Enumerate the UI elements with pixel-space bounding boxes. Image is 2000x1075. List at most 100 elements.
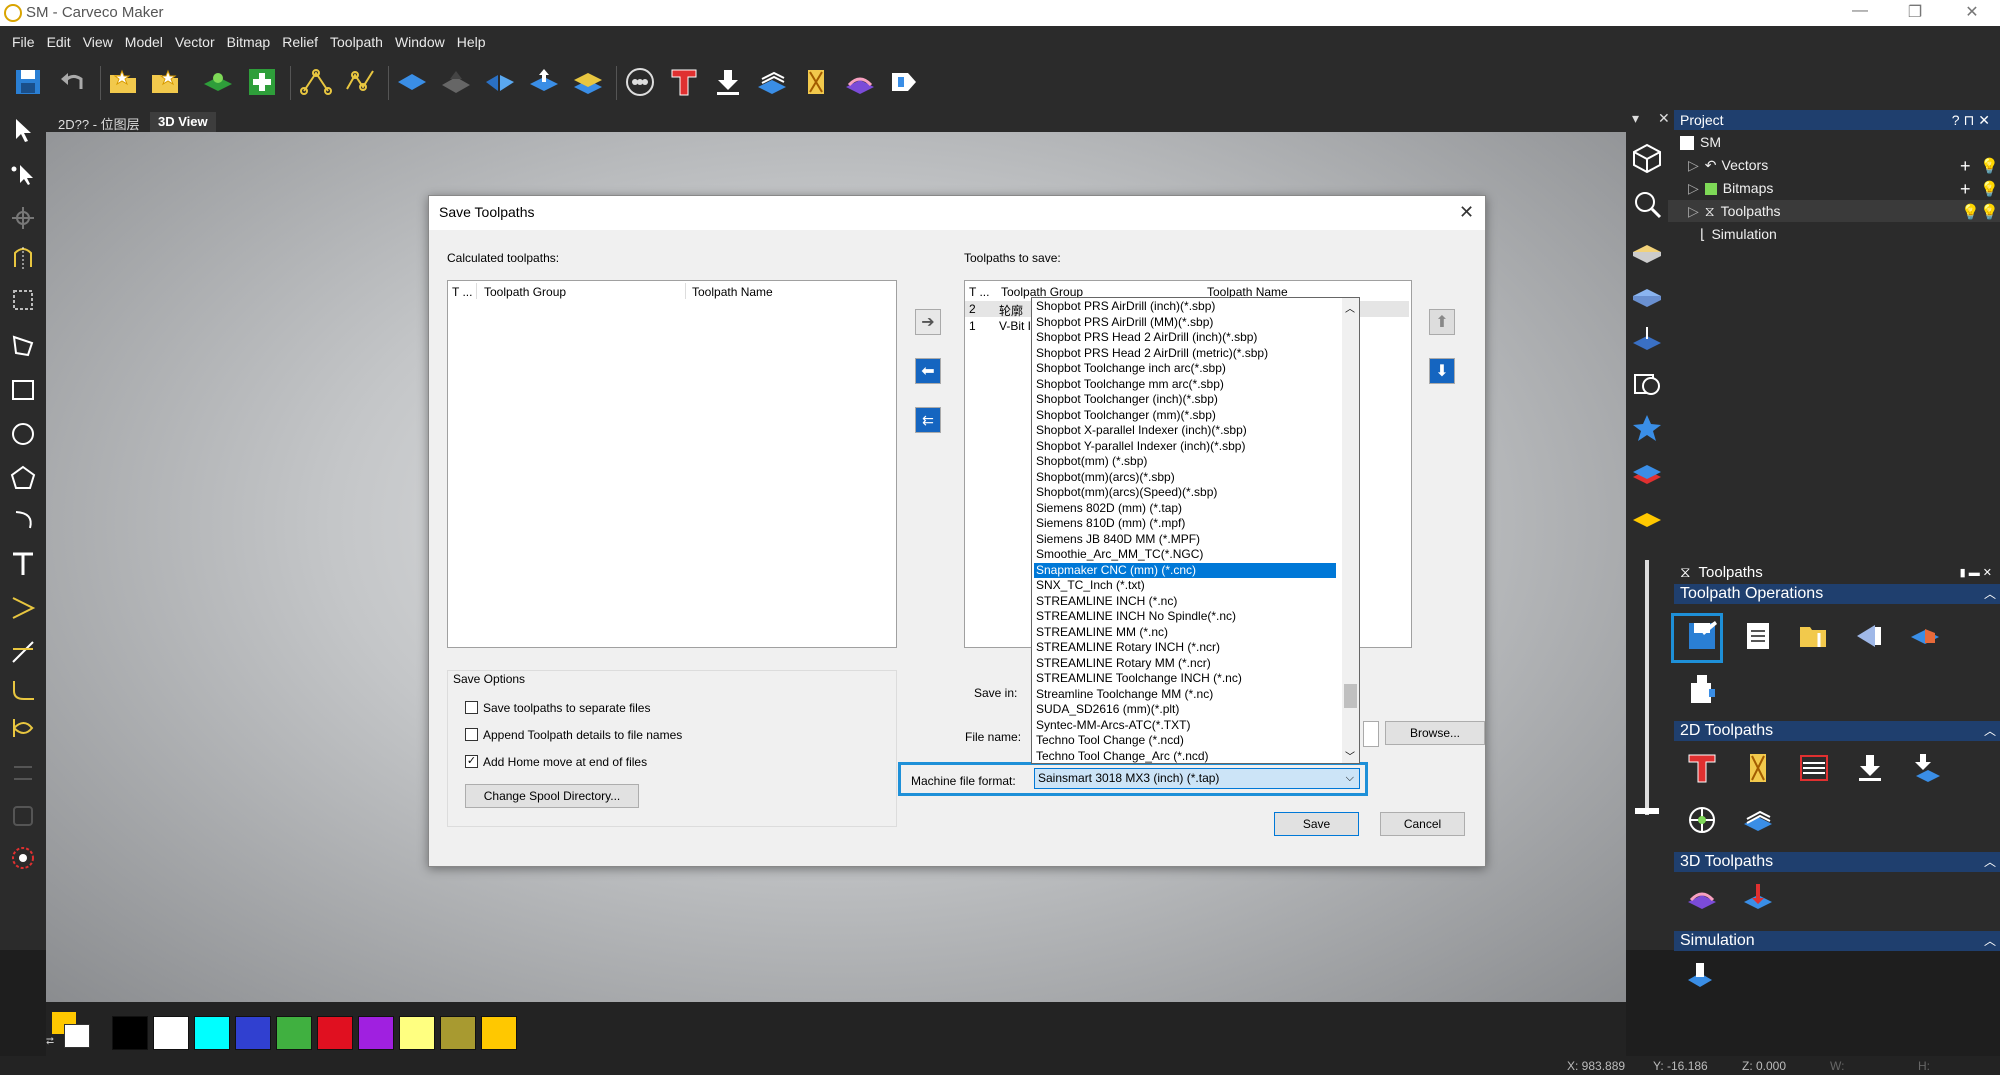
col-group-header[interactable]: Toolpath Group [484, 285, 566, 299]
simulate-toolpath-icon[interactable] [1850, 616, 1890, 656]
format-option[interactable]: STREAMLINE Rotary INCH (*.ncr) [1034, 640, 1336, 655]
section-3d-toolpaths[interactable]: 3D Toolpaths ︿ [1674, 852, 2000, 872]
color-swatch[interactable] [317, 1016, 353, 1050]
format-option[interactable]: Shopbot(mm)(arcs)(Speed)(*.sbp) [1034, 485, 1336, 500]
mirror-icon[interactable] [5, 240, 41, 276]
color-swatch[interactable] [358, 1016, 394, 1050]
project-header-controls-icon[interactable]: ? ⊓ ✕ [1952, 110, 1990, 130]
format-option[interactable]: Syntec-MM-Arcs-ATC(*.TXT) [1034, 718, 1336, 733]
format-option[interactable]: SNX_TC_Inch (*.txt) [1034, 578, 1336, 593]
join-icon[interactable] [5, 710, 41, 746]
collapse-icon[interactable]: ︿ [1984, 931, 1996, 951]
menu-window[interactable]: Window [389, 26, 451, 56]
format-option[interactable]: Shopbot(mm) (*.sbp) [1034, 454, 1336, 469]
format-option[interactable]: SUDA_SD2616 (mm)(*.plt) [1034, 702, 1336, 717]
format-option[interactable]: Shopbot Toolchange inch arc(*.sbp) [1034, 361, 1336, 376]
layer-green-icon[interactable] [200, 64, 236, 100]
calculated-toolpaths-list[interactable]: T ... Toolpath Group Toolpath Name [447, 280, 897, 648]
shading-icon[interactable] [1629, 366, 1665, 402]
tool-database-icon[interactable] [622, 64, 658, 100]
boundary-icon[interactable] [5, 798, 41, 834]
machine-format-dropdown[interactable]: Shopbot PRS AirDrill (inch)(*.sbp) Shopbo… [1031, 297, 1360, 764]
plane-yellow-icon[interactable] [1629, 234, 1665, 270]
menu-file[interactable]: File [6, 26, 41, 56]
save-button[interactable]: Save [1274, 812, 1359, 836]
format-option[interactable]: Shopbot PRS Head 2 AirDrill (inch)(*.sbp… [1034, 330, 1336, 345]
rectangle-icon[interactable] [5, 372, 41, 408]
simulate-icon[interactable] [886, 64, 922, 100]
col-name-header[interactable]: Toolpath Name [692, 285, 773, 299]
menu-help[interactable]: Help [451, 26, 492, 56]
minimize-icon[interactable]: — [1840, 2, 1880, 20]
format-option[interactable]: Siemens 802D (mm) (*.tap) [1034, 501, 1336, 516]
job-setup-icon[interactable] [1682, 670, 1722, 710]
color-swatch[interactable] [481, 1016, 517, 1050]
move-icon[interactable] [5, 200, 41, 236]
reset-simulation-icon[interactable] [1906, 616, 1946, 656]
format-option[interactable]: Shopbot X-parallel Indexer (inch)(*.sbp) [1034, 423, 1336, 438]
zoom-icon[interactable] [1629, 186, 1665, 222]
append-details-checkbox[interactable] [465, 728, 478, 741]
section-toolpath-operations[interactable]: Toolpath Operations ︿ [1674, 584, 2000, 604]
polygon-shape-icon[interactable] [5, 328, 41, 364]
relief-grey-icon[interactable] [438, 64, 474, 100]
home-move-checkbox[interactable]: ✓ [465, 755, 478, 768]
dropdown-scrollbar[interactable]: ︿ ﹀ [1342, 298, 1359, 763]
select-arrow-icon[interactable] [5, 112, 41, 148]
color-swatch[interactable] [194, 1016, 230, 1050]
maximize-icon[interactable]: ❐ [1895, 2, 1935, 22]
secondary-color-swatch[interactable] [64, 1024, 90, 1048]
color-swatch[interactable] [276, 1016, 312, 1050]
file-name-field[interactable] [1363, 721, 1379, 747]
color-swatch[interactable] [440, 1016, 476, 1050]
drill-2d-icon[interactable] [1850, 748, 1890, 788]
relief-layers-icon[interactable] [570, 64, 606, 100]
text-icon[interactable] [5, 546, 41, 582]
add-to-save-button[interactable]: ➔ [915, 309, 941, 335]
vcarve-2d-icon[interactable] [1738, 748, 1778, 788]
format-option[interactable]: Shopbot(mm)(arcs)(*.sbp) [1034, 470, 1336, 485]
menu-vector[interactable]: Vector [169, 26, 221, 56]
scroll-up-icon[interactable]: ︿ [1345, 300, 1355, 315]
format-option[interactable]: STREAMLINE Toolchange INCH (*.nc) [1034, 671, 1336, 686]
format-option[interactable]: STREAMLINE INCH (*.nc) [1034, 594, 1336, 609]
format-option[interactable]: Shopbot Toolchanger (inch)(*.sbp) [1034, 392, 1336, 407]
profile-icon[interactable] [1682, 748, 1722, 788]
tree-item-simulation[interactable]: ⌊ Simulation [1700, 226, 1777, 243]
open-project-icon[interactable] [148, 64, 184, 100]
col-type-header-2[interactable]: T ... [969, 285, 989, 299]
vcarve-icon[interactable] [798, 64, 834, 100]
scroll-thumb[interactable] [1344, 684, 1357, 708]
scroll-down-icon[interactable]: ﹀ [1345, 748, 1355, 763]
tree-item-vectors[interactable]: ▷ ↶ Vectors [1688, 157, 1768, 174]
format-option[interactable]: Snapmaker CNC (mm) (*.cnc) [1034, 562, 1336, 578]
tab-2d-view[interactable]: 2D?? - 位图层 [50, 112, 148, 132]
machine-format-select[interactable]: Sainsmart 3018 MX3 (inch) (*.tap) ⌵ [1034, 768, 1360, 789]
profile-toolpath-icon[interactable] [666, 64, 702, 100]
menu-relief[interactable]: Relief [276, 26, 324, 56]
group-select-icon[interactable] [5, 282, 41, 318]
color-swatch[interactable] [399, 1016, 435, 1050]
format-option[interactable]: Shopbot Toolchange mm arc(*.sbp) [1034, 377, 1336, 392]
format-option[interactable]: Shopbot PRS Head 2 AirDrill (metric)(*.s… [1034, 346, 1336, 361]
browse-button[interactable]: Browse... [1385, 721, 1485, 745]
load-toolpath-icon[interactable] [1794, 616, 1834, 656]
menu-edit[interactable]: Edit [41, 26, 77, 56]
3d-rough-icon[interactable] [1682, 878, 1722, 918]
color-swatch[interactable] [235, 1016, 271, 1050]
col-type-header[interactable]: T ... [452, 285, 472, 299]
polyline-icon[interactable] [342, 64, 378, 100]
tree-root[interactable]: SM [1680, 134, 1721, 151]
color-swatch[interactable] [112, 1016, 148, 1050]
format-option[interactable]: Techno Tool Change_Arc (*.ncd) [1034, 749, 1336, 764]
slider-track[interactable] [1645, 560, 1649, 815]
layer-gold-icon[interactable] [1629, 502, 1665, 538]
inlay-icon[interactable] [1682, 800, 1722, 840]
circle-icon[interactable] [5, 416, 41, 452]
format-option[interactable]: Smoothie_Arc_MM_TC(*.NGC) [1034, 547, 1336, 562]
lightbulb-off-icon[interactable]: 💡 [1980, 203, 1999, 221]
fillet-icon[interactable] [5, 672, 41, 708]
expand-arrow-icon[interactable]: ▷ [1688, 157, 1699, 173]
menu-toolpath[interactable]: Toolpath [324, 26, 389, 56]
toolpath-summary-icon[interactable] [1738, 616, 1778, 656]
